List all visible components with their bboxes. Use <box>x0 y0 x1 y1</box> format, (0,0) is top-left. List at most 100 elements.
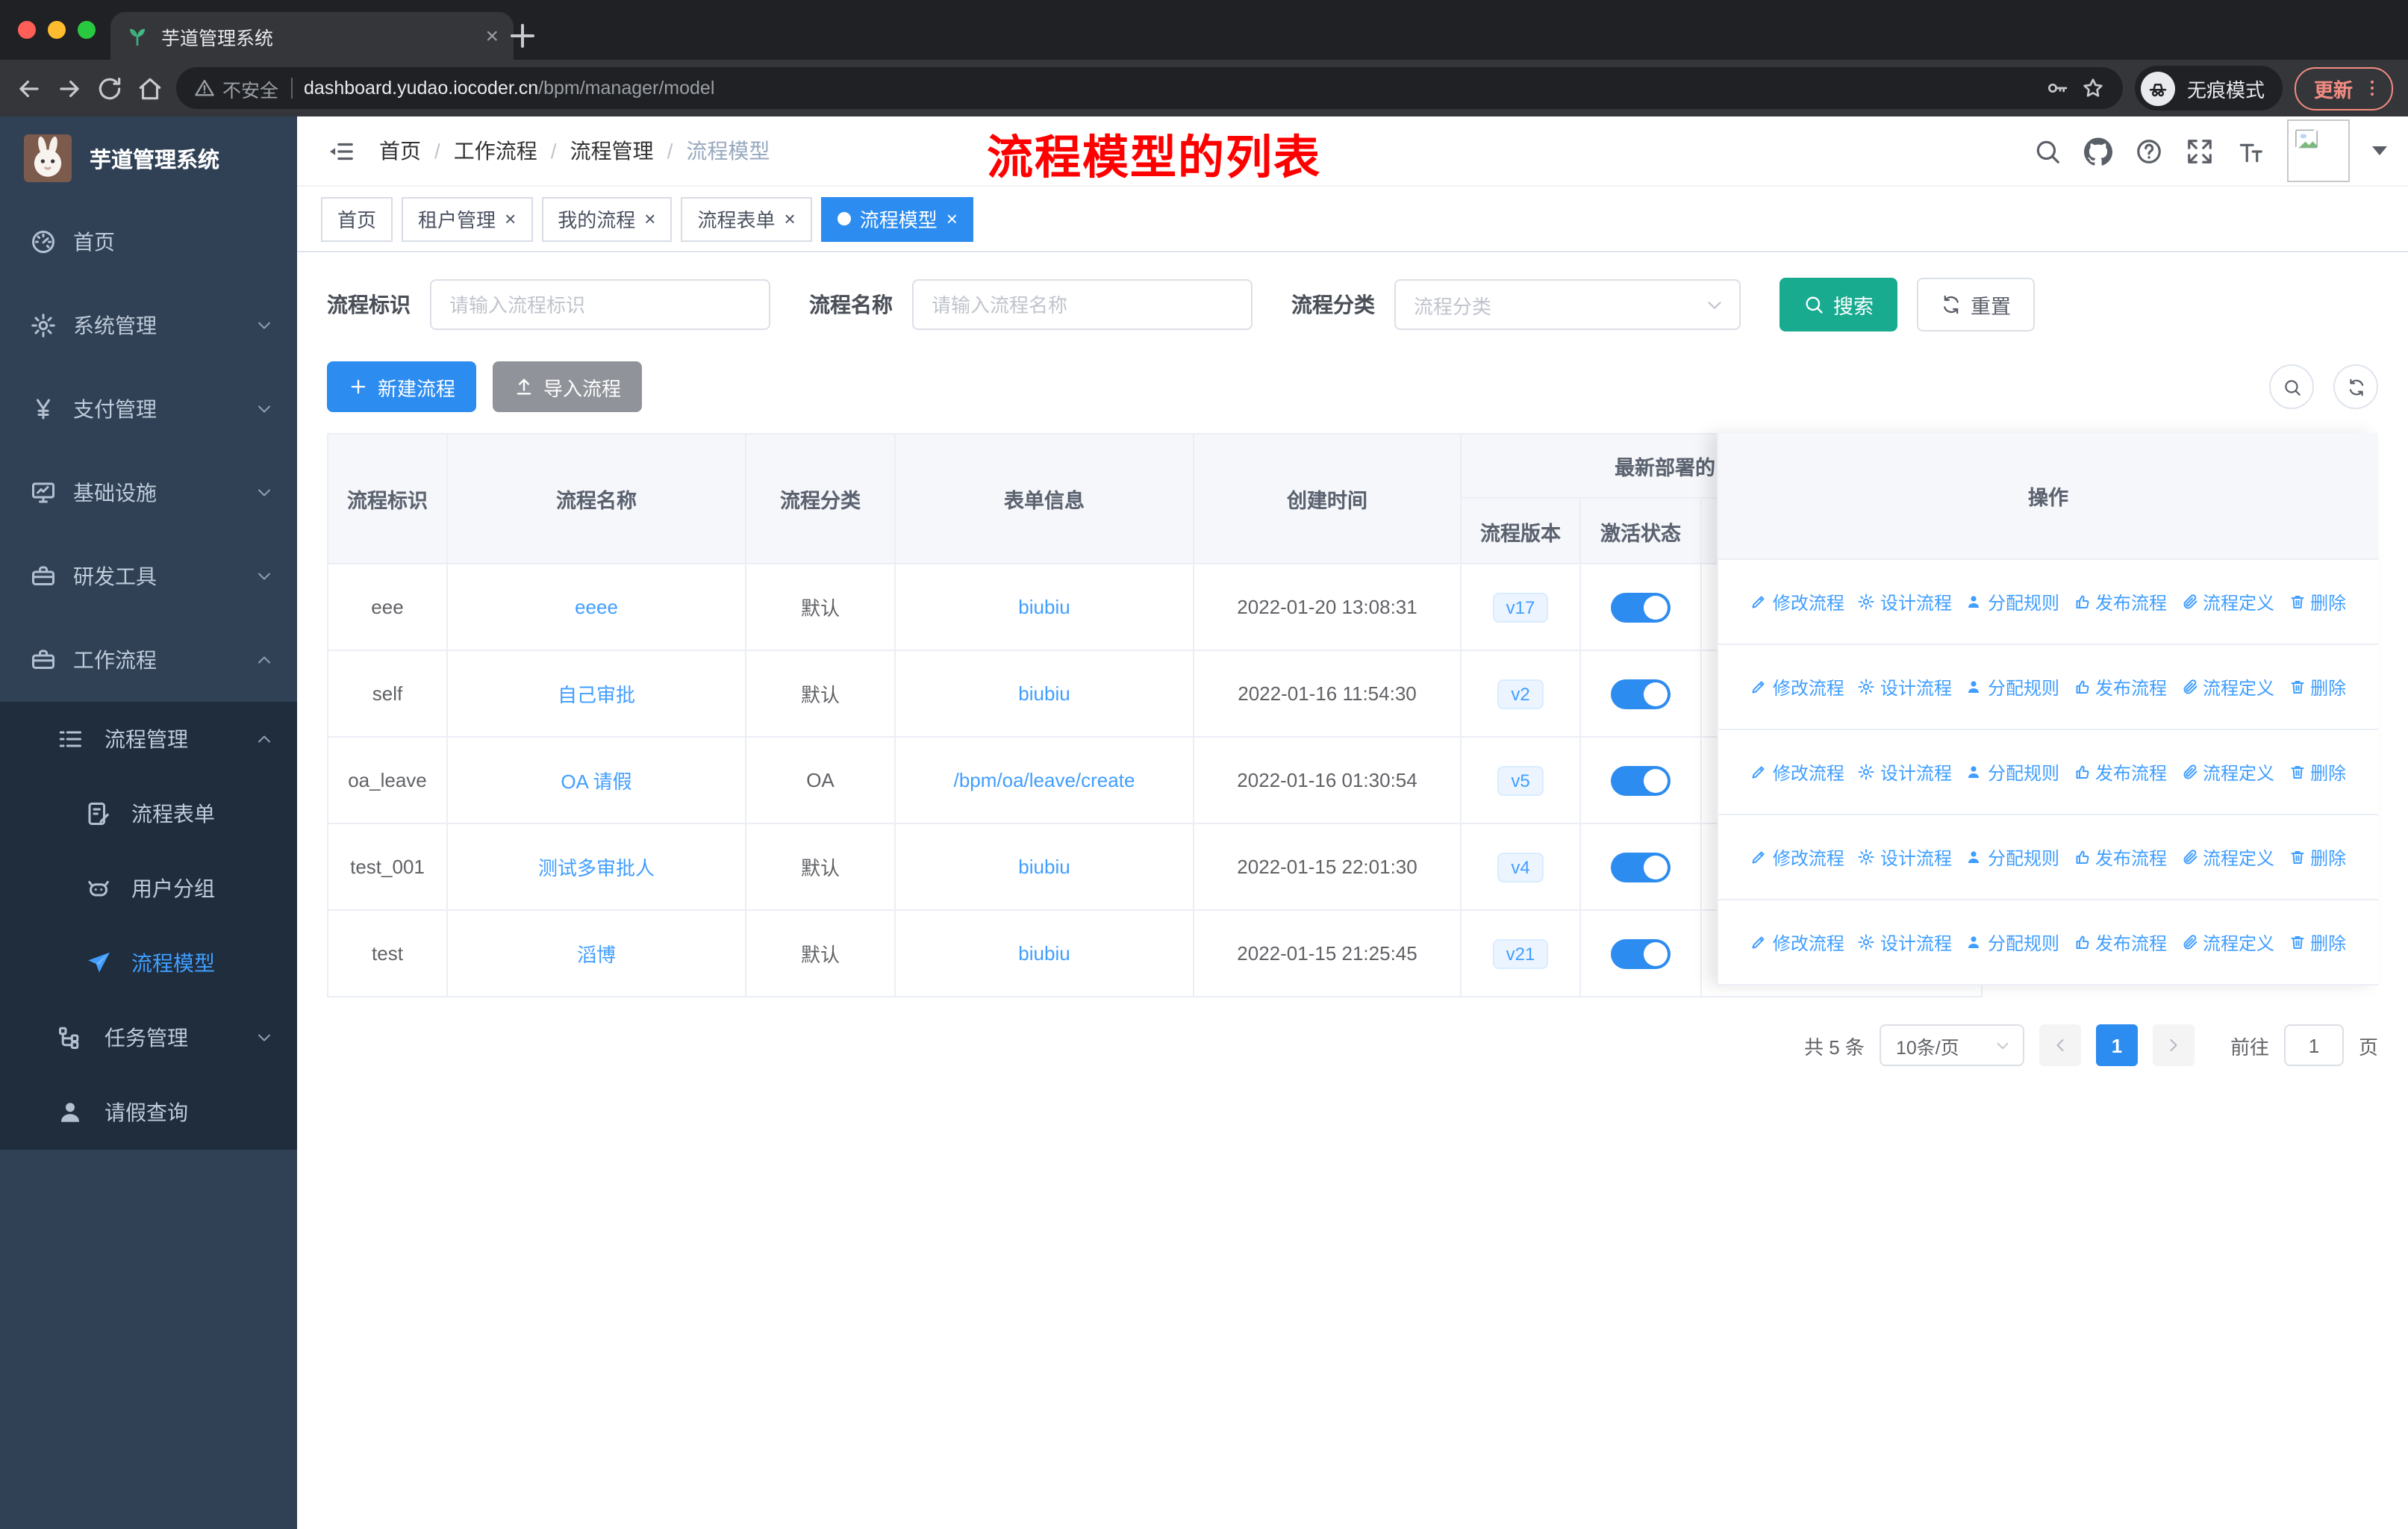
action-修改流程[interactable]: 修改流程 <box>1750 844 1844 870</box>
security-status[interactable]: 不安全 <box>194 74 278 102</box>
form-info-link[interactable]: biubiu <box>894 909 1194 997</box>
tab-tag-首页[interactable]: 首页 <box>321 196 393 241</box>
action-删除[interactable]: 删除 <box>2288 929 2346 955</box>
action-发布流程[interactable]: 发布流程 <box>2073 589 2167 614</box>
search-button[interactable]: 搜索 <box>1780 278 1897 331</box>
action-流程定义[interactable]: 流程定义 <box>2180 844 2274 870</box>
action-修改流程[interactable]: 修改流程 <box>1750 929 1844 955</box>
action-删除[interactable]: 删除 <box>2288 844 2346 870</box>
active-toggle[interactable] <box>1611 852 1671 882</box>
active-toggle[interactable] <box>1611 679 1671 709</box>
sidebar-item-流程模型[interactable]: 流程模型 <box>0 926 297 1000</box>
update-button[interactable]: 更新 <box>2294 66 2393 110</box>
home-icon[interactable] <box>136 74 164 102</box>
import-process-button[interactable]: 导入流程 <box>493 361 643 412</box>
action-设计流程[interactable]: 设计流程 <box>1858 674 1952 700</box>
goto-page-input[interactable] <box>2283 1024 2344 1066</box>
form-info-link[interactable]: /bpm/oa/leave/create <box>894 736 1194 824</box>
process-name-link[interactable]: 自己审批 <box>558 684 635 706</box>
sidebar-item-研发工具[interactable]: 研发工具 <box>0 535 297 618</box>
help-icon[interactable] <box>2135 137 2163 165</box>
process-name-link[interactable]: 测试多审批人 <box>538 857 655 879</box>
page-size-select[interactable]: 10条/页 <box>1879 1024 2024 1066</box>
sidebar-item-流程表单[interactable]: 流程表单 <box>0 776 297 851</box>
action-流程定义[interactable]: 流程定义 <box>2180 759 2274 785</box>
close-window-button[interactable] <box>18 21 36 39</box>
process-name-link[interactable]: 滔博 <box>446 909 746 997</box>
tab-tag-流程模型[interactable]: 流程模型 × <box>820 196 974 241</box>
action-修改流程[interactable]: 修改流程 <box>1750 674 1844 700</box>
tab-tag-租户管理[interactable]: 租户管理 × <box>402 196 533 241</box>
process-name-link[interactable]: eeee <box>446 563 746 651</box>
collapse-sidebar-icon[interactable] <box>327 137 355 165</box>
action-发布流程[interactable]: 发布流程 <box>2073 844 2167 870</box>
form-info-link[interactable]: /bpm/oa/leave/create <box>954 769 1135 791</box>
toggle-search-button[interactable] <box>2269 364 2314 409</box>
tab-close-icon[interactable]: × <box>485 23 499 49</box>
action-修改流程[interactable]: 修改流程 <box>1750 759 1844 785</box>
sidebar-item-基础设施[interactable]: 基础设施 <box>0 451 297 535</box>
window-controls[interactable] <box>18 21 96 39</box>
action-删除[interactable]: 删除 <box>2288 759 2346 785</box>
action-修改流程[interactable]: 修改流程 <box>1750 589 1844 614</box>
process-name-link[interactable]: OA 请假 <box>446 736 746 824</box>
new-tab-button[interactable] <box>505 18 540 54</box>
process-name-link[interactable]: 测试多审批人 <box>446 823 746 911</box>
action-流程定义[interactable]: 流程定义 <box>2180 674 2274 700</box>
address-bar[interactable]: 不安全 dashboard.yudao.iocoder.cn/bpm/manag… <box>176 67 2123 109</box>
form-info-link[interactable]: biubiu <box>1018 682 1070 705</box>
more-menu-icon[interactable] <box>2362 78 2383 99</box>
search-icon[interactable] <box>2033 137 2062 165</box>
maximize-window-button[interactable] <box>78 21 96 39</box>
form-info-link[interactable]: biubiu <box>894 650 1194 738</box>
breadcrumb-item-工作流程[interactable]: 工作流程 <box>454 136 537 166</box>
action-发布流程[interactable]: 发布流程 <box>2073 929 2167 955</box>
process-name-link[interactable]: 滔博 <box>577 944 616 966</box>
github-icon[interactable] <box>2084 137 2112 165</box>
action-设计流程[interactable]: 设计流程 <box>1858 929 1952 955</box>
action-分配规则[interactable]: 分配规则 <box>1965 929 2059 955</box>
action-删除[interactable]: 删除 <box>2288 589 2346 614</box>
close-icon[interactable]: × <box>946 209 958 228</box>
current-page-button[interactable]: 1 <box>2095 1024 2138 1066</box>
active-toggle[interactable] <box>1611 765 1671 795</box>
process-id-input[interactable] <box>430 279 770 330</box>
create-process-button[interactable]: 新建流程 <box>327 361 477 412</box>
sidebar-item-用户分组[interactable]: 用户分组 <box>0 851 297 926</box>
action-设计流程[interactable]: 设计流程 <box>1858 844 1952 870</box>
close-icon[interactable]: × <box>644 209 655 228</box>
reload-icon[interactable] <box>96 74 124 102</box>
process-name-link[interactable]: 自己审批 <box>446 650 746 738</box>
sidebar-item-请假查询[interactable]: 请假查询 <box>0 1075 297 1150</box>
browser-tab[interactable]: 芋道管理系统 × <box>110 12 514 60</box>
action-分配规则[interactable]: 分配规则 <box>1965 674 2059 700</box>
back-icon[interactable] <box>15 74 43 102</box>
form-info-link[interactable]: biubiu <box>894 823 1194 911</box>
reset-button[interactable]: 重置 <box>1917 278 2035 331</box>
action-流程定义[interactable]: 流程定义 <box>2180 929 2274 955</box>
action-分配规则[interactable]: 分配规则 <box>1965 589 2059 614</box>
process-name-link[interactable]: eeee <box>575 596 618 618</box>
form-info-link[interactable]: biubiu <box>1018 942 1070 965</box>
user-avatar[interactable] <box>2287 119 2350 182</box>
breadcrumb-item-首页[interactable]: 首页 <box>379 136 421 166</box>
tab-tag-流程表单[interactable]: 流程表单 × <box>681 196 812 241</box>
refresh-table-button[interactable] <box>2333 364 2378 409</box>
font-size-icon[interactable] <box>2236 137 2265 165</box>
action-分配规则[interactable]: 分配规则 <box>1965 759 2059 785</box>
process-name-link[interactable]: OA 请假 <box>561 770 631 793</box>
sidebar-item-流程管理[interactable]: 流程管理 <box>0 702 297 776</box>
category-select[interactable]: 流程分类 <box>1394 279 1741 330</box>
sidebar-item-任务管理[interactable]: 任务管理 <box>0 1000 297 1075</box>
action-删除[interactable]: 删除 <box>2288 674 2346 700</box>
sidebar-item-工作流程[interactable]: 工作流程 <box>0 618 297 702</box>
active-toggle[interactable] <box>1611 592 1671 622</box>
close-icon[interactable]: × <box>785 209 796 228</box>
sidebar-item-首页[interactable]: 首页 <box>0 200 297 284</box>
forward-icon[interactable] <box>55 74 84 102</box>
next-page-button[interactable] <box>2152 1024 2195 1066</box>
minimize-window-button[interactable] <box>48 21 66 39</box>
sidebar-item-支付管理[interactable]: 支付管理 <box>0 367 297 451</box>
close-icon[interactable]: × <box>505 209 516 228</box>
key-icon[interactable] <box>2045 76 2069 100</box>
